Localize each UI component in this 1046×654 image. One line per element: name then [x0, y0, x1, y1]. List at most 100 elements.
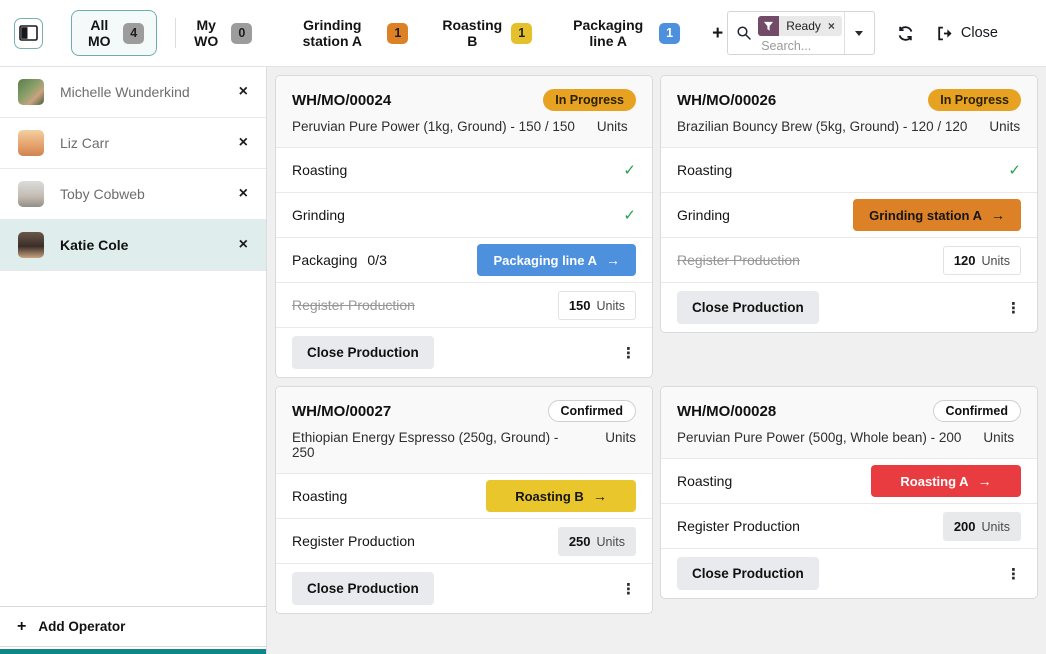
close-production-button[interactable]: Close Production [292, 336, 434, 369]
add-operator-button[interactable]: + Add Operator [0, 606, 266, 647]
remove-operator-icon[interactable]: × [239, 84, 248, 100]
workorder-label: Grinding [292, 207, 345, 223]
workcenter-button-label: Roasting B [515, 489, 584, 504]
operators-sidebar: Michelle Wunderkind × Liz Carr × Toby Co… [0, 67, 267, 654]
plus-icon: + [17, 619, 26, 635]
units-uom: Units [982, 520, 1010, 534]
kebab-menu-icon[interactable]: ⋮ [621, 580, 636, 598]
avatar [18, 181, 44, 207]
operator-row[interactable]: Toby Cobweb × [0, 169, 266, 220]
units-qty: 200 [954, 519, 976, 534]
card-footer: Close Production ⋮ [661, 282, 1037, 332]
search-dropdown-toggle[interactable] [844, 12, 874, 54]
kebab-menu-icon[interactable]: ⋮ [1006, 299, 1021, 317]
tab-count-badge: 0 [231, 23, 252, 44]
workorder-row[interactable]: Roasting ✓ [661, 147, 1037, 192]
mo-card-header[interactable]: WH/MO/00028 Confirmed Peruvian Pure Powe… [661, 387, 1037, 458]
card-footer: Close Production ⋮ [276, 327, 652, 377]
refresh-button[interactable] [895, 23, 916, 44]
workorder-row[interactable]: Packaging 0/3 Packaging line A → [276, 237, 652, 282]
workcenter-button-label: Grinding station A [869, 208, 982, 223]
mo-card-header[interactable]: WH/MO/00024 In Progress Peruvian Pure Po… [276, 76, 652, 147]
product-line: Peruvian Pure Power (500g, Whole bean) -… [677, 430, 961, 445]
operator-name: Toby Cobweb [60, 186, 223, 202]
facet-label: Ready [786, 19, 821, 33]
workcenter-button[interactable]: Grinding station A → [853, 199, 1021, 231]
operator-row[interactable]: Michelle Wunderkind × [0, 67, 266, 118]
units-qty: 250 [569, 534, 591, 549]
workcenter-button[interactable]: Roasting B → [486, 480, 636, 512]
tab-all-mo[interactable]: All MO 4 [71, 10, 157, 56]
close-production-button[interactable]: Close Production [677, 557, 819, 590]
add-operator-label: Add Operator [38, 619, 125, 634]
remove-filter-icon[interactable]: × [828, 19, 835, 33]
register-production-row[interactable]: Register Production 120 Units [661, 237, 1037, 282]
content: Michelle Wunderkind × Liz Carr × Toby Co… [0, 67, 1046, 654]
tab-my-wo[interactable]: My WO 0 [186, 11, 256, 55]
remove-operator-icon[interactable]: × [239, 237, 248, 253]
units-uom: Units [597, 535, 625, 549]
arrow-right-icon: → [978, 473, 992, 489]
register-production-label: Register Production [677, 518, 800, 534]
card-footer: Close Production ⋮ [276, 563, 652, 613]
workcenter-button[interactable]: Packaging line A → [477, 244, 636, 276]
mo-card-header[interactable]: WH/MO/00027 Confirmed Ethiopian Energy E… [276, 387, 652, 473]
workorder-label: Roasting [292, 162, 347, 178]
register-units-button[interactable]: 150 Units [558, 291, 636, 320]
tab-label: My WO [190, 17, 222, 49]
sidebar-bottom-bar [0, 649, 266, 654]
add-workcenter-tab-button[interactable]: + [708, 22, 727, 45]
tab-label: Grinding station A [286, 17, 378, 49]
search-box[interactable]: Ready × Search... [727, 11, 875, 55]
register-production-row[interactable]: Register Production 150 Units [276, 282, 652, 327]
uom-label: Units [605, 430, 636, 460]
tab-label: All MO [84, 17, 114, 49]
close-label: Close [961, 25, 998, 41]
register-units-button[interactable]: 200 Units [943, 512, 1021, 541]
workorder-progress: 0/3 [367, 252, 386, 268]
units-uom: Units [597, 299, 625, 313]
close-production-button[interactable]: Close Production [292, 572, 434, 605]
kebab-menu-icon[interactable]: ⋮ [621, 344, 636, 362]
sidebar-toggle-button[interactable] [14, 18, 43, 49]
tab-grinding-station-a[interactable]: Grinding station A 1 [282, 11, 412, 55]
workorder-label: Roasting [677, 162, 732, 178]
remove-operator-icon[interactable]: × [239, 186, 248, 202]
workorder-row[interactable]: Grinding ✓ [276, 192, 652, 237]
mo-card: WH/MO/00026 In Progress Brazilian Bouncy… [660, 75, 1038, 333]
register-production-label: Register Production [292, 533, 415, 549]
panel-left-icon [19, 25, 38, 41]
remove-operator-icon[interactable]: × [239, 135, 248, 151]
register-units-button[interactable]: 250 Units [558, 527, 636, 556]
workcenter-button[interactable]: Roasting A → [871, 465, 1021, 497]
register-units-button[interactable]: 120 Units [943, 246, 1021, 275]
mo-card: WH/MO/00028 Confirmed Peruvian Pure Powe… [660, 386, 1038, 599]
close-production-button[interactable]: Close Production [677, 291, 819, 324]
register-production-row[interactable]: Register Production 200 Units [661, 503, 1037, 548]
close-button[interactable]: Close [934, 23, 1000, 44]
topbar: All MO 4 My WO 0 Grinding station A 1 Ro… [0, 0, 1046, 67]
divider [175, 18, 176, 48]
mo-cards-grid: WH/MO/00024 In Progress Peruvian Pure Po… [267, 67, 1046, 654]
operator-row-selected[interactable]: Katie Cole × [0, 220, 266, 271]
filter-funnel-icon [758, 16, 779, 36]
workorder-row[interactable]: Roasting Roasting B → [276, 473, 652, 518]
register-production-row[interactable]: Register Production 250 Units [276, 518, 652, 563]
tab-packaging-line-a[interactable]: Packaging line A 1 [562, 11, 684, 55]
workorder-row[interactable]: Roasting Roasting A → [661, 458, 1037, 503]
status-badge: In Progress [928, 89, 1021, 111]
kebab-menu-icon[interactable]: ⋮ [1006, 565, 1021, 583]
avatar [18, 79, 44, 105]
tab-roasting-b[interactable]: Roasting B 1 [438, 11, 536, 55]
search-input[interactable]: Ready × Search... [756, 12, 844, 54]
operator-row[interactable]: Liz Carr × [0, 118, 266, 169]
check-icon: ✓ [623, 161, 636, 179]
uom-label: Units [597, 119, 628, 134]
mo-card-header[interactable]: WH/MO/00026 In Progress Brazilian Bouncy… [661, 76, 1037, 147]
exit-icon [936, 25, 953, 42]
refresh-icon [897, 25, 914, 42]
mo-card: WH/MO/00027 Confirmed Ethiopian Energy E… [275, 386, 653, 614]
workorder-row[interactable]: Grinding Grinding station A → [661, 192, 1037, 237]
workorder-row[interactable]: Roasting ✓ [276, 147, 652, 192]
workorder-label: Packaging [292, 252, 357, 268]
